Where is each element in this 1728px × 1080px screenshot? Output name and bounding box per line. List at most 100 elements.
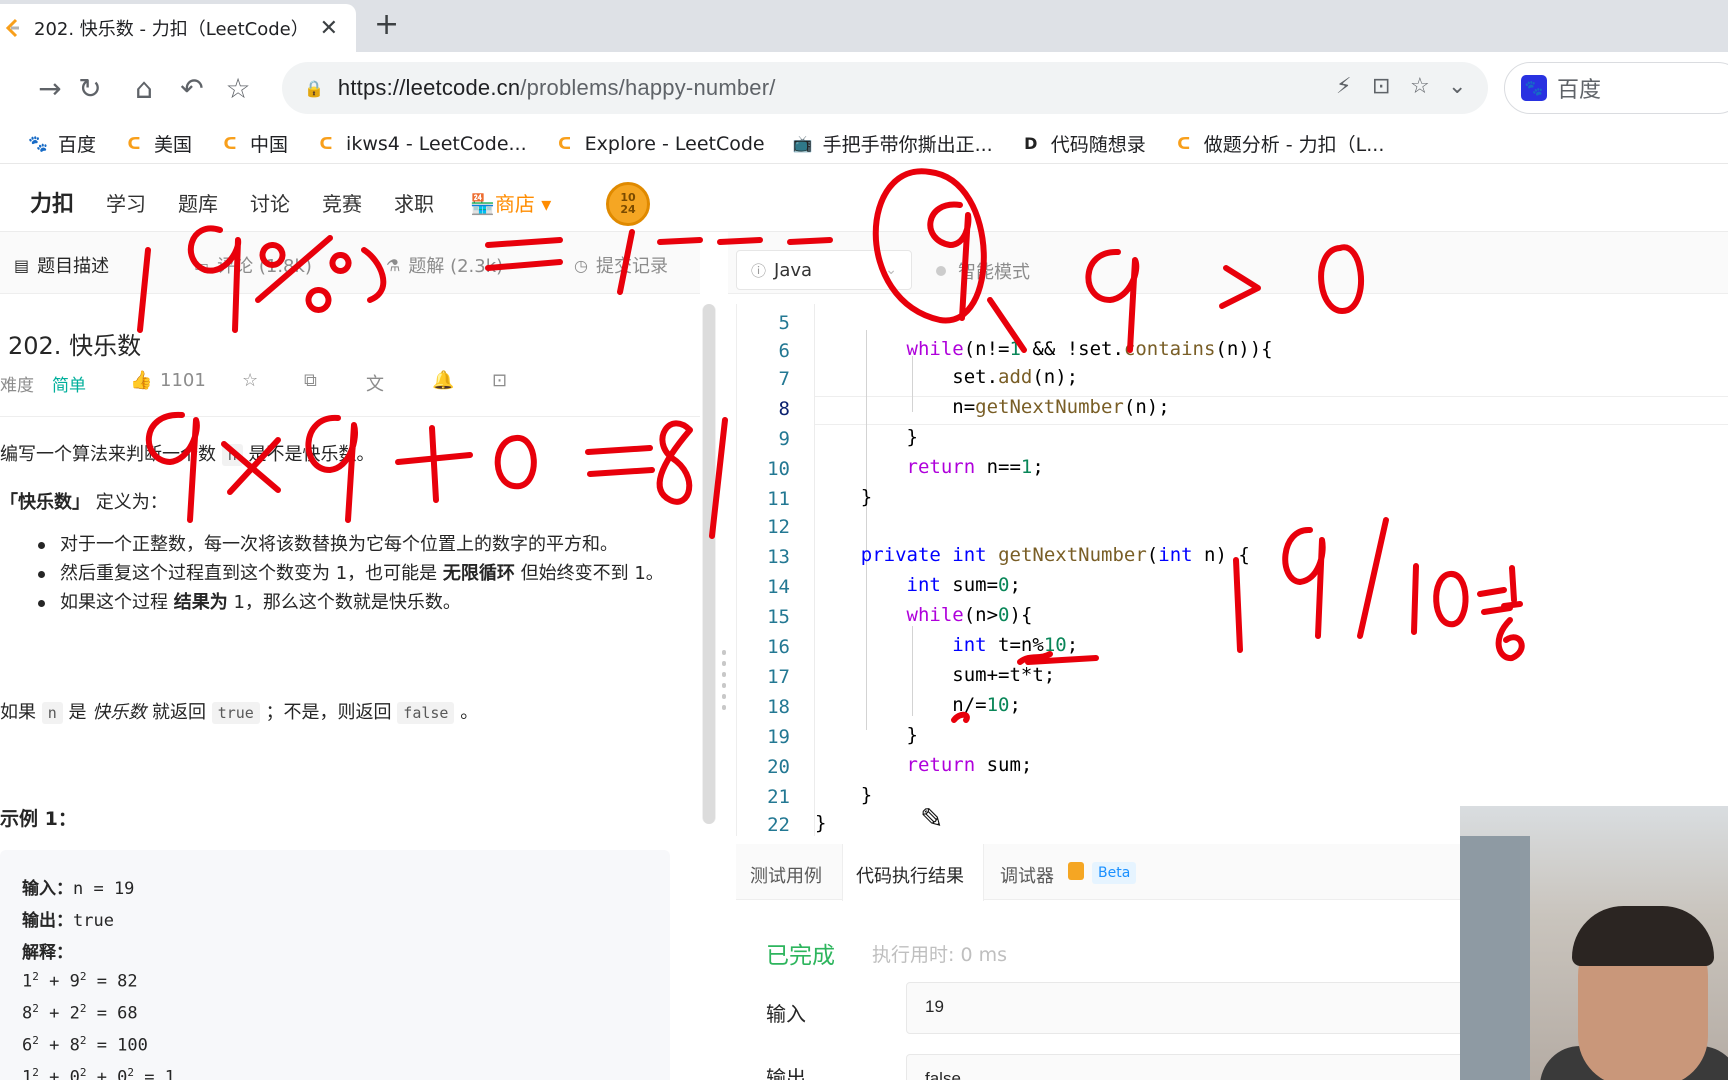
problem-meta: 难度 简单: [0, 370, 86, 396]
bell-icon[interactable]: 🔔: [432, 370, 454, 391]
example-input: 输入：n = 19: [22, 879, 135, 899]
description-icon: ▤: [14, 255, 30, 275]
code-line: }: [815, 486, 873, 508]
run-status: 已完成: [766, 943, 835, 969]
line-number: 13: [767, 546, 790, 568]
bookmark-item[interactable]: ᑕ 中国: [220, 130, 289, 157]
url-text[interactable]: https://leetcode.cn/problems/happy-numbe…: [338, 75, 776, 101]
example-step: 62 + 82 = 100: [22, 1034, 148, 1056]
tab-title: 202. 快乐数 - 力扣（LeetCode）: [34, 19, 309, 40]
example-step: 12 + 02 + 02 = 1: [22, 1066, 175, 1080]
new-tab-button[interactable]: +: [374, 10, 399, 40]
line-number: 8: [778, 398, 790, 420]
nav-item-jobs[interactable]: 求职: [394, 188, 434, 217]
bookmark-item[interactable]: 🐾 百度: [28, 130, 96, 157]
shop-icon: 🏪: [470, 192, 495, 216]
baidu-icon: 🐾: [28, 134, 48, 153]
line-number: 9: [778, 428, 790, 450]
nav-item-contest[interactable]: 竞赛: [322, 188, 362, 217]
webcam-background: [1460, 836, 1530, 1080]
home-icon[interactable]: ⌂: [122, 66, 166, 110]
leetcode-icon: ᑕ: [223, 134, 237, 153]
difficulty-label: 难度: [0, 375, 34, 396]
lightning-icon[interactable]: ⚡: [1336, 74, 1351, 99]
tab-submissions[interactable]: ◷ 提交记录: [574, 252, 668, 278]
chevron-down-icon[interactable]: ⌄: [1448, 74, 1466, 99]
problem-title: 202. 快乐数: [8, 332, 142, 360]
problem-tabs: ▤ 题目描述 ▭ 评论 (1.8k) ⚗ 题解 (2.3k) ◷ 提交记录: [0, 232, 700, 294]
browser-tab-active[interactable]: 202. 快乐数 - 力扣（LeetCode） ✕: [0, 4, 356, 52]
line-number: 19: [767, 726, 790, 748]
site-logo[interactable]: 力扣: [30, 186, 74, 218]
tab-description[interactable]: ▤ 题目描述: [14, 252, 109, 278]
favorite-star-icon[interactable]: ☆: [242, 370, 258, 391]
code-line: n=getNextNumber(n);: [815, 396, 1170, 418]
tab-debugger[interactable]: 调试器: [1000, 862, 1054, 888]
feedback-icon[interactable]: ⊡: [492, 370, 507, 391]
undo-icon[interactable]: ↶: [170, 66, 214, 110]
scrollbar-thumb[interactable]: [703, 304, 715, 824]
example-step: 82 + 22 = 68: [22, 1002, 138, 1024]
line-number: 11: [767, 488, 790, 510]
code-line: sum+=t*t;: [815, 664, 1056, 686]
code-line: return n==1;: [906, 456, 1044, 478]
description-scrollbar[interactable]: [702, 304, 716, 824]
tab-run-result[interactable]: 代码执行结果: [856, 862, 964, 888]
nav-item-study[interactable]: 学习: [106, 188, 146, 217]
thumbs-up-icon[interactable]: 👍: [130, 370, 152, 391]
language-value: Java: [774, 259, 813, 281]
coin-badge-icon[interactable]: 10 24: [606, 182, 650, 226]
definition-list: 对于一个正整数，每一次将该数替换为它每个位置上的数字的平方和。 然后重复这个过程…: [0, 530, 670, 617]
example-explain-label: 解释：: [22, 943, 73, 963]
nav-item-problems[interactable]: 题库: [178, 188, 218, 217]
line-number: 7: [778, 368, 790, 390]
code-line: }: [815, 426, 918, 448]
tab-comments[interactable]: ▭ 评论 (1.8k): [194, 252, 312, 278]
language-select[interactable]: ⓘ Java ⌄: [736, 250, 912, 290]
doc-icon: D: [1024, 134, 1038, 153]
code-line: while(n!=1 && !set.contains(n)){: [906, 338, 1273, 360]
list-item: 然后重复这个过程直到这个数变为 1，也可能是 无限循环 但始终变不到 1。: [0, 559, 670, 588]
smart-mode-toggle[interactable]: 智能模式: [936, 258, 1030, 284]
happy-number-definition: 「快乐数」 定义为：: [0, 492, 168, 513]
list-item: 如果这个过程 结果为 1，那么这个数就是快乐数。: [0, 588, 670, 617]
bookmark-item[interactable]: ᑕ ikws4 - LeetCode...: [316, 133, 527, 155]
search-engine-box[interactable]: 🐾 百度: [1504, 62, 1728, 114]
translate-icon[interactable]: 文: [366, 370, 384, 396]
beta-badge: Beta: [1092, 862, 1137, 884]
bookmark-item[interactable]: D 代码随想录: [1021, 130, 1146, 157]
bookmark-item[interactable]: ᑕ Explore - LeetCode: [555, 133, 764, 155]
example-box: 输入：n = 19 输出：true 解释： 12 + 92 = 82 82 + …: [0, 850, 670, 1080]
panel-splitter-handle[interactable]: [722, 650, 726, 722]
browser-toolbar: → ↻ ⌂ ↶ ☆ 🔒 https://leetcode.cn/problems…: [0, 52, 1728, 124]
comment-icon: ▭: [194, 255, 210, 275]
chevron-down-icon: ⌄: [885, 262, 897, 278]
bookmark-item[interactable]: ᑕ 美国: [124, 130, 192, 157]
nav-item-discuss[interactable]: 讨论: [250, 188, 290, 217]
bookmark-item[interactable]: 📺 手把手带你撕出正...: [793, 130, 993, 157]
url-host: https://leetcode.cn: [337, 75, 521, 100]
share-icon[interactable]: ⧉: [304, 370, 317, 391]
screenshot-icon[interactable]: ⊡: [1372, 74, 1390, 99]
list-item: 对于一个正整数，每一次将该数替换为它每个位置上的数字的平方和。: [0, 530, 670, 559]
nav-item-shop[interactable]: 🏪商店 ▾: [470, 188, 551, 217]
code-line: int sum=0;: [906, 574, 1021, 596]
address-bar[interactable]: 🔒 https://leetcode.cn/problems/happy-num…: [282, 62, 1488, 114]
site-nav: 力扣 学习 题库 讨论 竞赛 求职 🏪商店 ▾: [0, 164, 1728, 232]
line-number: 15: [767, 606, 790, 628]
reload-icon[interactable]: ↻: [68, 66, 112, 110]
tab-testcase[interactable]: 测试用例: [750, 862, 822, 888]
forward-icon[interactable]: →: [28, 66, 72, 110]
info-icon: ⓘ: [751, 261, 767, 280]
output-label: 输出: [766, 1066, 806, 1080]
tab-close-icon[interactable]: ✕: [320, 16, 338, 41]
example-step: 12 + 92 = 82: [22, 970, 138, 992]
leetcode-favicon-icon: [5, 18, 19, 38]
bookmark-star-icon[interactable]: ☆: [216, 66, 260, 110]
tab-solutions[interactable]: ⚗ 题解 (2.3k): [386, 252, 503, 278]
favorite-star-icon[interactable]: ☆: [1410, 74, 1430, 99]
line-number: 5: [778, 312, 790, 334]
bookmark-item[interactable]: ᑕ 做题分析 - 力扣（L...: [1174, 130, 1384, 157]
mouse-cursor-icon: ✎: [920, 802, 944, 835]
leetcode-icon: ᑕ: [127, 134, 141, 153]
